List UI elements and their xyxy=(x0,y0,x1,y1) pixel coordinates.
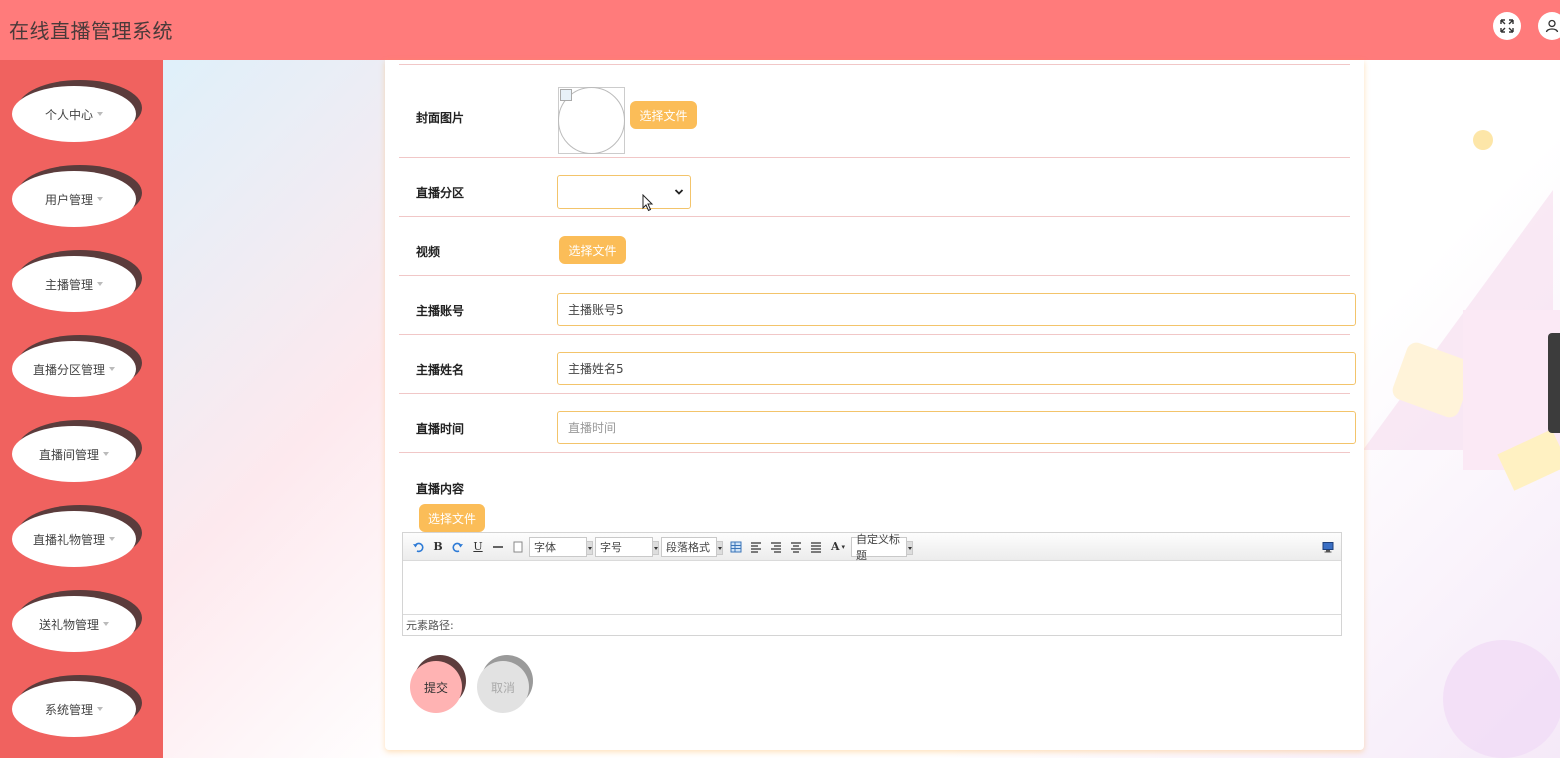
sidebar-item-anchor-management[interactable]: 主播管理 xyxy=(12,250,142,312)
video-choose-file-button[interactable]: 选择文件 xyxy=(559,236,626,264)
element-path: 元素路径: xyxy=(403,614,1341,635)
sidebar-item-label: 直播礼物管理 xyxy=(32,532,105,547)
content-choose-file-button[interactable]: 选择文件 xyxy=(419,504,485,532)
fullscreen-button[interactable] xyxy=(1493,12,1521,40)
form-row-video: 视频 选择文件 xyxy=(399,216,1350,276)
sidebar-item-personal-center[interactable]: 个人中心 xyxy=(12,80,142,142)
paragraph-format-select[interactable]: 段落格式 xyxy=(661,536,723,557)
sidebar-item-room-management[interactable]: 直播间管理 xyxy=(12,420,142,482)
horizontal-rule-icon[interactable] xyxy=(489,538,507,556)
bold-icon[interactable]: B xyxy=(429,538,447,556)
preview-screen-icon[interactable] xyxy=(1319,538,1337,556)
form-row-anchor-name: 主播姓名 主播姓名5 xyxy=(399,334,1356,394)
caret-down-icon xyxy=(97,282,103,286)
editor-toolbar: B U 字体 字号 段落格式 A ▾ 自定义标题 xyxy=(403,533,1341,562)
form-row-anchor-account: 主播账号 主播账号5 xyxy=(399,275,1356,335)
sidebar-item-category-management[interactable]: 直播分区管理 xyxy=(12,335,142,397)
sidebar-item-label: 用户管理 xyxy=(44,192,93,207)
anchor-name-input[interactable]: 主播姓名5 xyxy=(557,352,1356,385)
editor-content-area[interactable] xyxy=(403,561,1341,613)
live-time-label: 直播时间 xyxy=(416,422,465,436)
sidebar-item-label: 送礼物管理 xyxy=(38,617,99,632)
app-title: 在线直播管理系统 xyxy=(9,19,173,43)
font-family-select[interactable]: 字体 xyxy=(529,536,593,557)
mouse-cursor-icon xyxy=(642,194,654,212)
sidebar-item-send-gift-management[interactable]: 送礼物管理 xyxy=(12,590,142,652)
align-right-icon[interactable] xyxy=(767,538,785,556)
cancel-button[interactable]: 取消 xyxy=(477,655,533,715)
broken-image-icon xyxy=(560,89,572,101)
anchor-account-input[interactable]: 主播账号5 xyxy=(557,293,1356,326)
sidebar-item-label: 直播分区管理 xyxy=(32,362,105,377)
sidebar-item-gift-management[interactable]: 直播礼物管理 xyxy=(12,505,142,567)
dropdown-arrow-icon xyxy=(716,540,723,555)
sidebar-item-label: 个人中心 xyxy=(44,107,93,122)
cover-choose-file-button[interactable]: 选择文件 xyxy=(630,101,697,129)
sidebar-item-label: 主播管理 xyxy=(44,277,93,292)
sidebar: 个人中心 用户管理 主播管理 直播分区管理 直播间管理 直播礼物管理 送礼物管理… xyxy=(0,60,163,758)
font-color-icon[interactable]: A ▾ xyxy=(827,538,849,556)
form-card: 封面图片 选择文件 直播分区 视频 选择文件 主播账号 主播账号5 主播姓名 主… xyxy=(385,60,1364,750)
page-icon[interactable] xyxy=(509,538,527,556)
caret-down-icon xyxy=(97,112,103,116)
user-button[interactable] xyxy=(1538,12,1560,40)
form-row-cover: 封面图片 选择文件 xyxy=(399,64,1350,158)
table-icon[interactable] xyxy=(727,538,745,556)
caret-down-icon xyxy=(103,622,109,626)
align-center-icon[interactable] xyxy=(787,538,805,556)
cover-label: 封面图片 xyxy=(416,111,465,125)
caret-down-icon xyxy=(97,197,103,201)
align-left-icon[interactable] xyxy=(747,538,765,556)
sidebar-item-user-management[interactable]: 用户管理 xyxy=(12,165,142,227)
user-icon xyxy=(1545,19,1559,33)
fullscreen-icon xyxy=(1500,19,1514,33)
dropdown-arrow-icon xyxy=(906,540,913,555)
anchor-name-label: 主播姓名 xyxy=(416,363,465,377)
anchor-account-label: 主播账号 xyxy=(416,304,465,318)
undo-icon[interactable] xyxy=(409,538,427,556)
sidebar-item-label: 直播间管理 xyxy=(38,447,99,462)
caret-down-icon xyxy=(109,537,115,541)
live-time-input[interactable]: 直播时间 xyxy=(557,411,1356,444)
cover-image-preview xyxy=(558,87,625,154)
custom-title-select[interactable]: 自定义标题 xyxy=(851,533,913,562)
top-header: 在线直播管理系统 xyxy=(0,0,1560,60)
chevron-down-icon xyxy=(674,189,684,195)
category-select[interactable] xyxy=(557,175,691,209)
submit-button[interactable]: 提交 xyxy=(410,655,466,715)
video-label: 视频 xyxy=(416,245,441,259)
sidebar-item-system-management[interactable]: 系统管理 xyxy=(12,675,142,737)
content-label: 直播内容 xyxy=(416,482,465,496)
form-row-category: 直播分区 xyxy=(399,157,1350,217)
caret-down-icon xyxy=(97,707,103,711)
category-label: 直播分区 xyxy=(416,186,465,200)
caret-down-icon xyxy=(103,452,109,456)
form-row-live-time: 直播时间 直播时间 xyxy=(399,393,1356,453)
sidebar-item-label: 系统管理 xyxy=(44,702,93,717)
align-justify-icon[interactable] xyxy=(807,538,825,556)
caret-down-icon xyxy=(109,367,115,371)
dropdown-arrow-icon xyxy=(652,540,659,555)
rich-text-editor: B U 字体 字号 段落格式 A ▾ 自定义标题 元素路径: xyxy=(402,532,1342,636)
side-drawer-handle[interactable] xyxy=(1548,333,1560,433)
redo-icon[interactable] xyxy=(449,538,467,556)
font-size-select[interactable]: 字号 xyxy=(595,536,659,557)
dropdown-arrow-icon xyxy=(586,540,593,555)
underline-icon[interactable]: U xyxy=(469,538,487,556)
